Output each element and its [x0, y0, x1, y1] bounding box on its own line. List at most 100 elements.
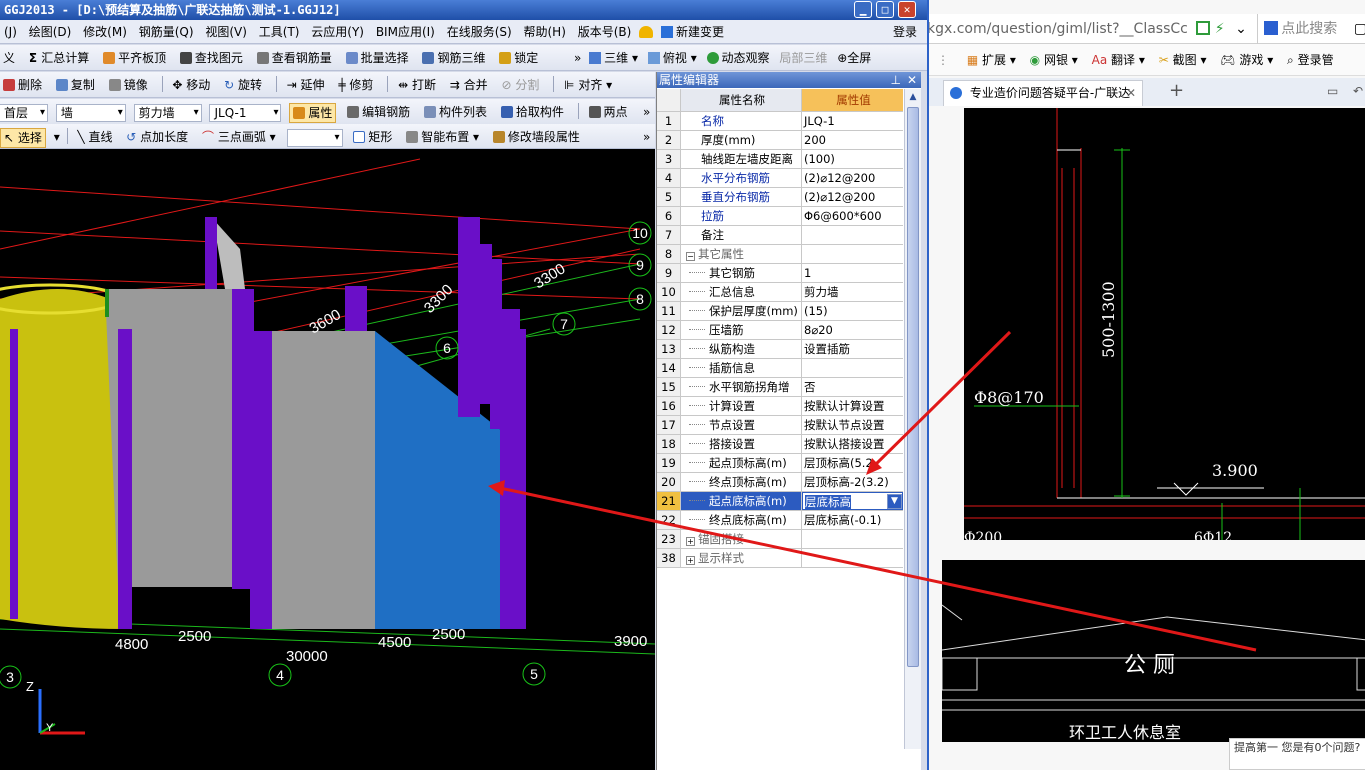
- scroll-up-icon[interactable]: ▲: [905, 89, 921, 105]
- property-value[interactable]: 8⌀20: [802, 321, 903, 339]
- property-value[interactable]: [802, 549, 903, 567]
- tab-close-icon[interactable]: ✕: [1126, 81, 1136, 105]
- view-rebar-qty-button[interactable]: 查看钢筋量: [254, 45, 335, 70]
- 3d-viewport[interactable]: 10 9 8 7 6 3 4 5 3300 3300 3600 4800 250…: [0, 149, 655, 770]
- align-dropdown[interactable]: ⊫ 对齐 ▾: [561, 72, 615, 97]
- bolt-icon[interactable]: ⚡: [1215, 21, 1225, 37]
- bookmark-translate[interactable]: Aa 翻译 ▾: [1092, 53, 1145, 67]
- modify-wall-segment-button[interactable]: 修改墙段属性: [490, 124, 583, 148]
- close-button[interactable]: ✕: [898, 1, 916, 18]
- menu-cloud[interactable]: 云应用(Y): [307, 20, 368, 44]
- undo-tab-icon[interactable]: ↶: [1353, 84, 1363, 98]
- expand-icon[interactable]: »: [570, 51, 585, 65]
- property-row[interactable]: 7 备注: [657, 226, 903, 245]
- move-button[interactable]: ✥ 移动: [169, 72, 213, 97]
- property-row[interactable]: 13 纵筋构造 设置插筋: [657, 340, 903, 359]
- find-element-button[interactable]: 查找图元: [177, 45, 246, 70]
- property-value[interactable]: 1: [802, 264, 903, 282]
- property-row[interactable]: 5 垂直分布钢筋 (2)⌀12@200: [657, 188, 903, 207]
- bookmark-bank[interactable]: ◉ 网银 ▾: [1030, 53, 1078, 67]
- pick-component-button[interactable]: 拾取构件: [498, 99, 567, 124]
- property-row[interactable]: 1 名称 JLQ-1: [657, 112, 903, 131]
- properties-button[interactable]: 属性: [289, 102, 337, 123]
- property-value[interactable]: JLQ-1: [802, 112, 903, 130]
- expand-icon[interactable]: +: [686, 537, 695, 546]
- bookmark-more-icon[interactable]: ⋮: [937, 53, 949, 67]
- property-row[interactable]: 4 水平分布钢筋 (2)⌀12@200: [657, 169, 903, 188]
- property-row[interactable]: 21 起点底标高(m) 层底标高 ▼: [657, 492, 903, 511]
- mirror-button[interactable]: 镜像: [106, 72, 151, 97]
- property-row[interactable]: 17 节点设置 按默认节点设置: [657, 416, 903, 435]
- view-3d-dropdown[interactable]: 三维 ▾: [589, 51, 638, 65]
- search-box[interactable]: 点此搜索: [1257, 14, 1337, 44]
- property-row[interactable]: 22 终点底标高(m) 层底标高(-0.1): [657, 511, 903, 530]
- calc-summary-button[interactable]: Σ 汇总计算: [26, 45, 92, 70]
- expand-icon[interactable]: »: [640, 99, 653, 124]
- property-row[interactable]: 10 汇总信息 剪力墙: [657, 283, 903, 302]
- browser-tab[interactable]: 专业造价问题答疑平台-广联达 ✕: [943, 80, 1143, 106]
- property-value[interactable]: (15): [802, 302, 903, 320]
- menu-version[interactable]: 版本号(B): [574, 20, 636, 44]
- property-scrollbar[interactable]: ▲: [904, 89, 921, 749]
- line-button[interactable]: ╲ 直线: [74, 124, 115, 148]
- yellow-round-wall[interactable]: [0, 289, 125, 629]
- bookmark-extensions[interactable]: ▦ 扩展 ▾: [967, 53, 1016, 67]
- property-row[interactable]: 6 拉筋 Φ6@600*600: [657, 207, 903, 226]
- menu-rebar[interactable]: 钢筋量(Q): [135, 20, 198, 44]
- rectangle-button[interactable]: 矩形: [350, 124, 395, 148]
- grey-wall-2[interactable]: [270, 331, 375, 629]
- smart-layout-dropdown[interactable]: 智能布置 ▾: [403, 124, 482, 148]
- maximize-button[interactable]: □: [876, 1, 894, 18]
- property-value[interactable]: 按默认计算设置: [802, 397, 903, 415]
- property-row[interactable]: 2 厚度(mm) 200: [657, 131, 903, 150]
- chevron-down-icon[interactable]: ⌄: [1235, 21, 1247, 37]
- property-row[interactable]: 11 保护层厚度(mm) (15): [657, 302, 903, 321]
- property-row[interactable]: 16 计算设置 按默认计算设置: [657, 397, 903, 416]
- copy-button[interactable]: 复制: [53, 72, 98, 97]
- property-value[interactable]: 设置插筋: [802, 340, 903, 358]
- align-slab-button[interactable]: 平齐板顶: [100, 45, 169, 70]
- property-value[interactable]: (2)⌀12@200: [802, 169, 903, 187]
- bookmark-screenshot[interactable]: ✂ 截图 ▾: [1159, 53, 1207, 67]
- component-list-button[interactable]: 构件列表: [421, 99, 490, 124]
- element-type-select[interactable]: 墙: [55, 103, 126, 122]
- property-row[interactable]: 8− 其它属性: [657, 245, 903, 264]
- select-dropdown-icon[interactable]: ▾: [54, 130, 60, 144]
- point-length-button[interactable]: ↺ 点加长度: [123, 124, 191, 148]
- bookmark-games[interactable]: 🎮︎ 游戏 ▾: [1220, 53, 1273, 67]
- dropdown-arrow-icon[interactable]: ▼: [887, 494, 902, 509]
- fullscreen-button[interactable]: ⊕全屏: [837, 51, 871, 65]
- new-tab-icon[interactable]: +: [1169, 80, 1184, 101]
- split-button[interactable]: ⊘ 分割: [499, 72, 543, 97]
- lock-button[interactable]: 锁定: [496, 45, 541, 70]
- property-row[interactable]: 20 终点顶标高(m) 层顶标高-2(3.2): [657, 473, 903, 492]
- property-value[interactable]: 层顶标高-2(3.2): [802, 473, 903, 491]
- trim-button[interactable]: ╪ 修剪: [335, 72, 376, 97]
- property-value[interactable]: 否: [802, 378, 903, 396]
- expand-icon[interactable]: +: [686, 556, 695, 565]
- menu-tools[interactable]: 工具(T): [255, 20, 304, 44]
- extend-button[interactable]: ⇥ 延伸: [284, 72, 328, 97]
- property-value[interactable]: 200: [802, 131, 903, 149]
- rebar-3d-button[interactable]: 钢筋三维: [419, 45, 488, 70]
- property-row[interactable]: 19 起点顶标高(m) 层顶标高(5.2: [657, 454, 903, 473]
- property-row[interactable]: 3 轴线距左墙皮距离 (100): [657, 150, 903, 169]
- property-value[interactable]: 按默认节点设置: [802, 416, 903, 434]
- property-row[interactable]: 18 搭接设置 按默认搭接设置: [657, 435, 903, 454]
- batch-select-button[interactable]: 批量选择: [343, 45, 412, 70]
- top-view-dropdown[interactable]: 俯视 ▾: [647, 51, 697, 65]
- floor-select[interactable]: 首层: [0, 103, 48, 122]
- property-row[interactable]: 12 压墙筋 8⌀20: [657, 321, 903, 340]
- partial-3d-button[interactable]: 局部三维: [779, 51, 827, 65]
- bookmark-login[interactable]: ⌕ 登录管: [1287, 53, 1334, 67]
- break-button[interactable]: ⇹ 打断: [395, 72, 439, 97]
- element-subtype-select[interactable]: 剪力墙: [133, 103, 202, 122]
- edit-rebar-button[interactable]: 编辑钢筋: [344, 99, 413, 124]
- scroll-thumb[interactable]: [907, 107, 919, 667]
- property-value[interactable]: [802, 245, 903, 263]
- arc-option-select[interactable]: [286, 128, 343, 147]
- pin-icon[interactable]: ⊥: [891, 72, 901, 88]
- new-change-button[interactable]: 新建变更: [657, 20, 728, 44]
- three-point-arc-button[interactable]: ⌒ 三点画弧 ▾: [199, 124, 279, 148]
- merge-button[interactable]: ⇉ 合并: [447, 72, 491, 97]
